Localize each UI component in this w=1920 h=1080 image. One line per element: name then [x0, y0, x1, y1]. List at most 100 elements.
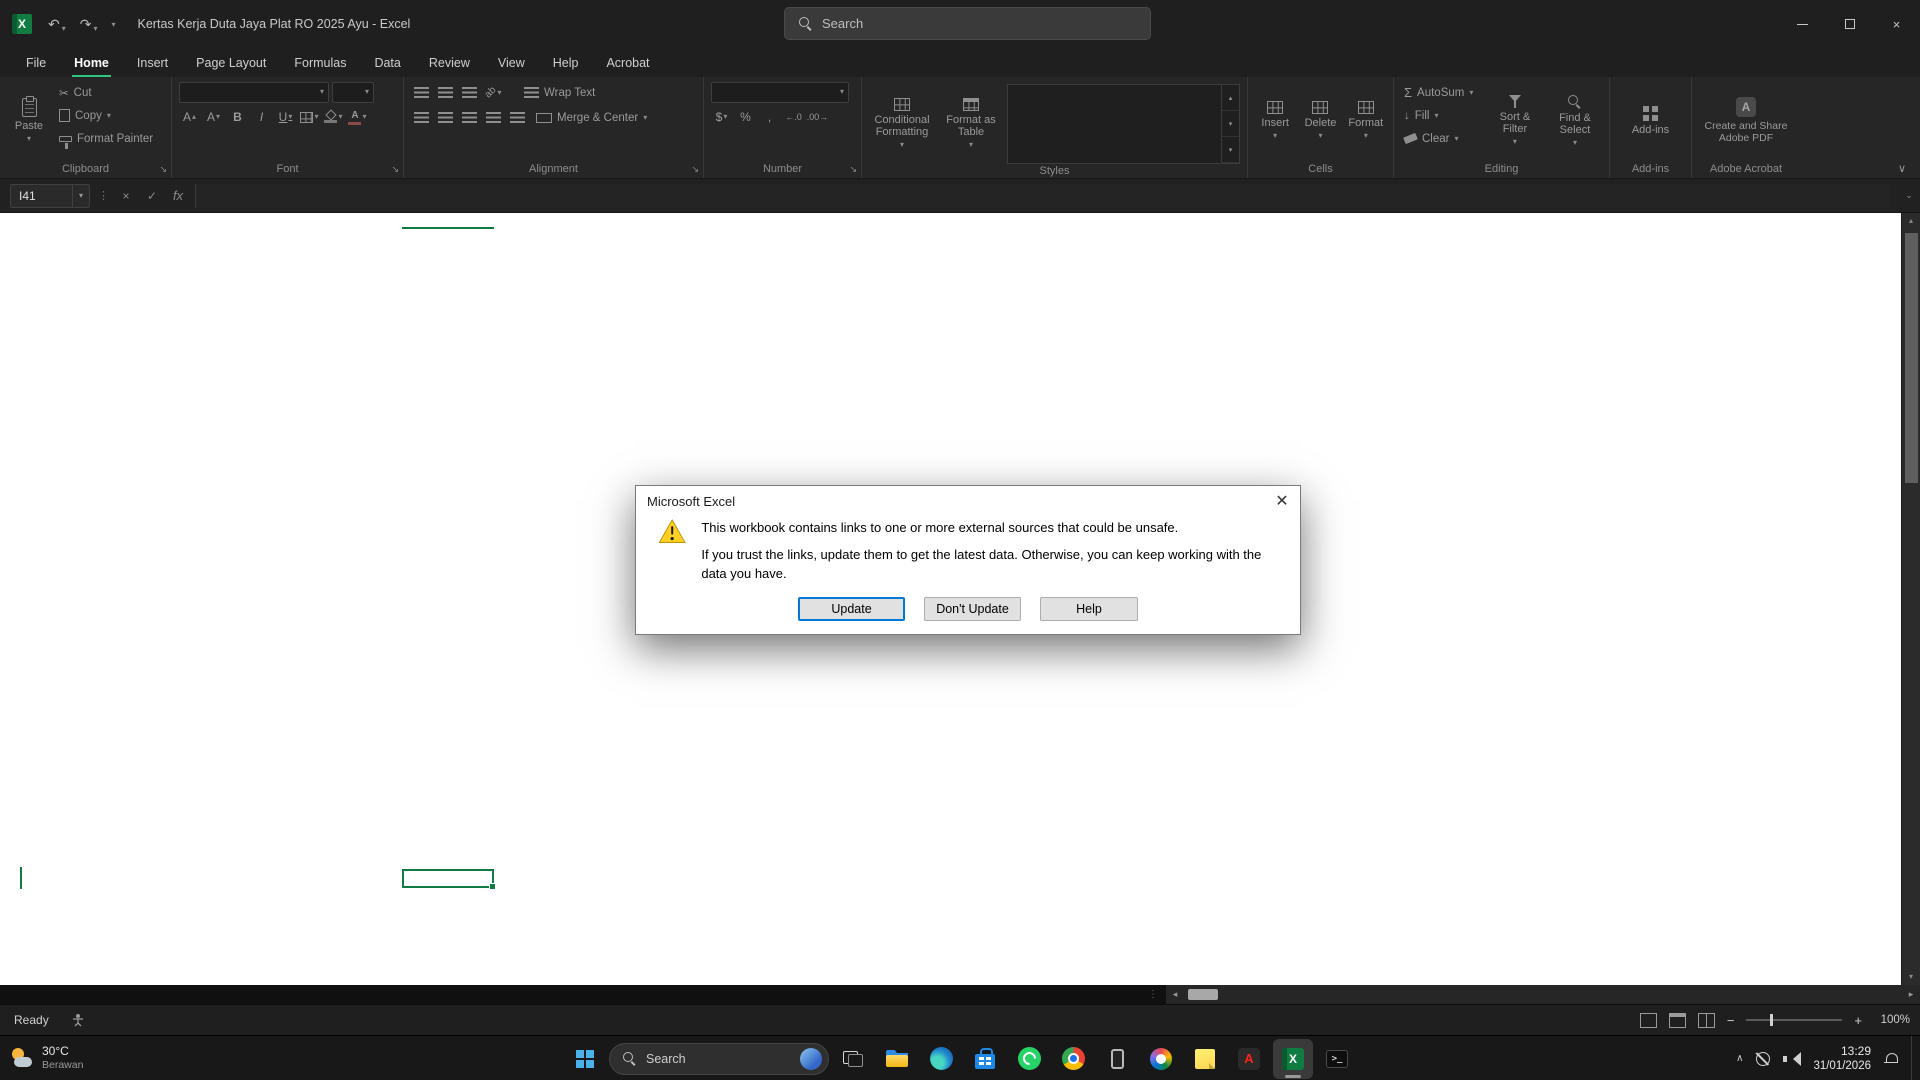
- tab-review[interactable]: Review: [415, 48, 484, 77]
- tab-home[interactable]: Home: [60, 48, 123, 77]
- dont-update-button[interactable]: Don't Update: [924, 597, 1021, 621]
- align-top-button[interactable]: [411, 83, 432, 103]
- bold-button[interactable]: B: [227, 107, 248, 127]
- orientation-button[interactable]: ab▾: [483, 83, 504, 103]
- dialog-close-button[interactable]: ✕: [1264, 486, 1300, 516]
- enter-entry-icon[interactable]: ✓: [143, 189, 161, 203]
- name-box-dropdown-icon[interactable]: ▾: [72, 185, 89, 207]
- excel-app-icon[interactable]: X: [12, 14, 32, 34]
- close-button[interactable]: ×: [1873, 0, 1920, 48]
- chrome-button[interactable]: [1053, 1039, 1093, 1079]
- delete-cells-button[interactable]: Delete▾: [1300, 82, 1340, 159]
- acrobat-button[interactable]: A: [1229, 1039, 1269, 1079]
- expand-formula-bar-icon[interactable]: ⌄: [1898, 190, 1920, 201]
- align-bottom-button[interactable]: [459, 83, 480, 103]
- accounting-format-button[interactable]: $▾: [711, 107, 732, 127]
- customize-qat-icon[interactable]: ▾: [112, 20, 116, 29]
- merge-center-button[interactable]: Merge & Center ▾: [533, 107, 650, 128]
- photos-button[interactable]: [1141, 1039, 1181, 1079]
- terminal-button[interactable]: >_: [1317, 1039, 1357, 1079]
- accessibility-checker-icon[interactable]: [71, 1013, 85, 1027]
- collapse-ribbon-icon[interactable]: ∨: [1898, 162, 1906, 175]
- gallery-up-icon[interactable]: ▴: [1222, 85, 1239, 111]
- italic-button[interactable]: I: [251, 107, 272, 127]
- phone-link-button[interactable]: [1097, 1039, 1137, 1079]
- align-right-button[interactable]: [459, 108, 480, 128]
- gallery-more-icon[interactable]: ▾: [1222, 137, 1239, 163]
- tab-page-layout[interactable]: Page Layout: [182, 48, 280, 77]
- help-button[interactable]: Help: [1040, 597, 1138, 621]
- fill-color-button[interactable]: ▾: [323, 107, 344, 127]
- task-view-button[interactable]: [833, 1039, 873, 1079]
- zoom-out-icon[interactable]: −: [1727, 1013, 1735, 1028]
- tab-formulas[interactable]: Formulas: [280, 48, 360, 77]
- borders-button[interactable]: ▾: [299, 107, 320, 127]
- undo-button[interactable]: ↶▾: [48, 16, 66, 33]
- font-dialog-launcher-icon[interactable]: ↘: [391, 165, 399, 174]
- redo-button[interactable]: ↷▾: [80, 16, 98, 33]
- cell-styles-gallery[interactable]: ▴ ▾ ▾: [1007, 84, 1240, 164]
- shrink-font-button[interactable]: A▾: [203, 107, 224, 127]
- formula-input[interactable]: [195, 184, 1890, 208]
- tab-acrobat[interactable]: Acrobat: [592, 48, 663, 77]
- sticky-notes-button[interactable]: [1185, 1039, 1225, 1079]
- horizontal-scrollbar[interactable]: ◂ ▸: [1166, 985, 1920, 1004]
- vertical-scroll-thumb[interactable]: [1905, 233, 1918, 483]
- fill-button[interactable]: ↓ Fill ▾: [1401, 105, 1482, 126]
- tab-file[interactable]: File: [12, 48, 60, 77]
- zoom-in-icon[interactable]: +: [1854, 1013, 1862, 1028]
- excel-taskbar-button[interactable]: X: [1273, 1039, 1313, 1079]
- sort-filter-button[interactable]: Sort & Filter▾: [1487, 82, 1543, 159]
- clipboard-dialog-launcher-icon[interactable]: ↘: [159, 165, 167, 174]
- gallery-down-icon[interactable]: ▾: [1222, 111, 1239, 137]
- update-button[interactable]: Update: [798, 597, 905, 621]
- volume-icon[interactable]: [1783, 1052, 1800, 1066]
- weather-widget[interactable]: 30°C Berawan: [10, 1036, 83, 1080]
- notifications-bell-icon[interactable]: [1884, 1052, 1898, 1066]
- cut-button[interactable]: ✂ Cut: [56, 82, 156, 103]
- grow-font-button[interactable]: A▴: [179, 107, 200, 127]
- comma-style-button[interactable]: ,: [759, 107, 780, 127]
- tray-overflow-icon[interactable]: ∧: [1736, 1053, 1743, 1064]
- sheet-tabs-area[interactable]: [0, 985, 1140, 1004]
- splitter-grip[interactable]: ⋮: [1140, 985, 1166, 1004]
- decrease-indent-button[interactable]: [483, 108, 504, 128]
- horizontal-scroll-thumb[interactable]: [1188, 989, 1218, 1000]
- clock[interactable]: 13:29 31/01/2026: [1813, 1044, 1871, 1073]
- number-format-combo[interactable]: [711, 82, 849, 103]
- normal-view-icon[interactable]: [1640, 1013, 1657, 1028]
- tab-insert[interactable]: Insert: [123, 48, 182, 77]
- find-select-button[interactable]: Find & Select▾: [1548, 82, 1602, 159]
- decrease-decimal-button[interactable]: .00→: [807, 107, 828, 127]
- wrap-text-button[interactable]: Wrap Text: [521, 82, 598, 103]
- tab-view[interactable]: View: [484, 48, 539, 77]
- zoom-level[interactable]: 100%: [1874, 1014, 1910, 1026]
- format-as-table-button[interactable]: Format as Table▾: [940, 82, 1002, 164]
- align-left-button[interactable]: [411, 108, 432, 128]
- page-layout-view-icon[interactable]: [1669, 1013, 1686, 1028]
- whatsapp-button[interactable]: [1009, 1039, 1049, 1079]
- edge-button[interactable]: [921, 1039, 961, 1079]
- number-dialog-launcher-icon[interactable]: ↘: [849, 165, 857, 174]
- show-desktop-button[interactable]: [1911, 1036, 1916, 1080]
- copy-button[interactable]: Copy ▾: [56, 105, 156, 126]
- autosum-button[interactable]: Σ AutoSum ▾: [1401, 82, 1482, 103]
- scroll-up-icon[interactable]: ▴: [1902, 213, 1920, 229]
- maximize-button[interactable]: [1826, 0, 1873, 48]
- percent-style-button[interactable]: %: [735, 107, 756, 127]
- zoom-slider[interactable]: [1746, 1019, 1842, 1021]
- underline-button[interactable]: U▾: [275, 107, 296, 127]
- increase-decimal-button[interactable]: ←.0: [783, 107, 804, 127]
- clear-button[interactable]: Clear ▾: [1401, 128, 1482, 149]
- cancel-entry-icon[interactable]: ×: [117, 189, 135, 203]
- tab-data[interactable]: Data: [360, 48, 414, 77]
- font-color-button[interactable]: A▾: [347, 107, 368, 127]
- scroll-right-icon[interactable]: ▸: [1902, 989, 1920, 1000]
- file-explorer-button[interactable]: [877, 1039, 917, 1079]
- font-name-combo[interactable]: [179, 82, 329, 103]
- taskbar-search[interactable]: Search: [609, 1043, 829, 1075]
- create-share-pdf-button[interactable]: A Create and Share Adobe PDF: [1699, 82, 1793, 159]
- format-painter-button[interactable]: Format Painter: [56, 128, 156, 149]
- scroll-down-icon[interactable]: ▾: [1902, 969, 1920, 985]
- increase-indent-button[interactable]: [507, 108, 528, 128]
